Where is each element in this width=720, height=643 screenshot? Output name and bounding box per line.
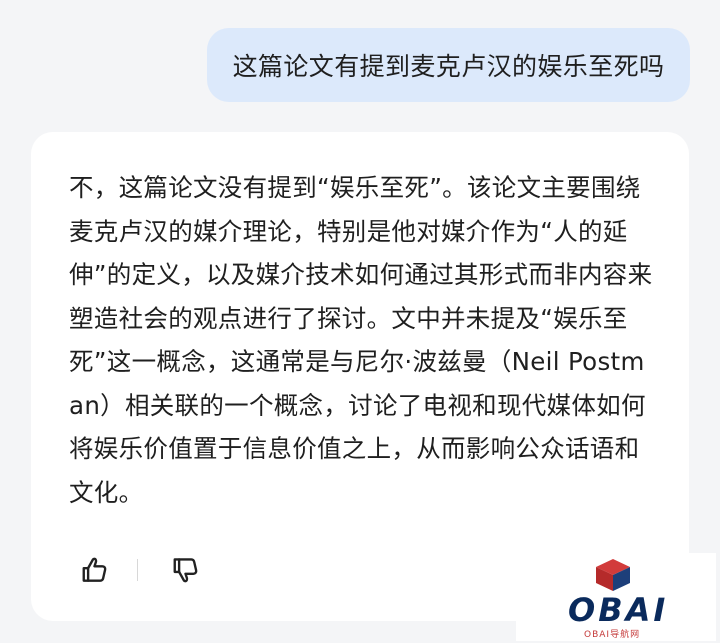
dislike-button[interactable] — [166, 550, 206, 590]
watermark: OBAI OBAI导航网 — [516, 553, 716, 641]
like-button[interactable] — [75, 550, 115, 590]
watermark-logo-text: OBAI — [568, 591, 669, 629]
chat-page: 这篇论文有提到麦克卢汉的娱乐至死吗 不，这篇论文没有提到“娱乐至死”。该论文主要… — [0, 0, 720, 643]
feedback-divider — [137, 559, 138, 581]
assistant-message-text[interactable]: 不，这篇论文没有提到“娱乐至死”。该论文主要围绕麦克卢汉的媒介理论，特别是他对媒… — [69, 166, 657, 514]
assistant-message-card: 不，这篇论文没有提到“娱乐至死”。该论文主要围绕麦克卢汉的媒介理论，特别是他对媒… — [31, 132, 689, 621]
thumbs-up-icon — [82, 557, 107, 582]
feedback-bar — [75, 550, 206, 590]
thumbs-down-icon — [173, 558, 198, 583]
user-message-bubble: 这篇论文有提到麦克卢汉的娱乐至死吗 — [207, 28, 690, 102]
user-message-text: 这篇论文有提到麦克卢汉的娱乐至死吗 — [232, 52, 665, 81]
cube-logo-icon — [596, 559, 630, 591]
watermark-subtitle: OBAI导航网 — [584, 630, 641, 640]
